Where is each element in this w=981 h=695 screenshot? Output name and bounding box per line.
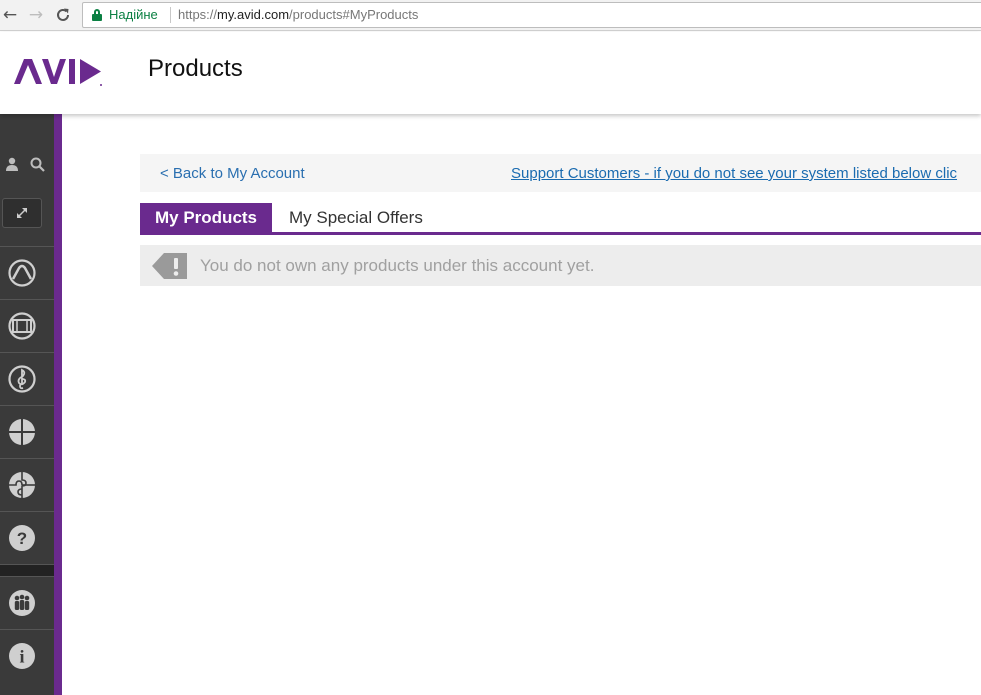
security-label: Надійне: [109, 7, 158, 22]
page-title: Products: [148, 55, 243, 82]
sidebar-item-media-composer[interactable]: [0, 299, 54, 352]
sidebar-item-info[interactable]: i: [0, 629, 54, 682]
lock-icon: [92, 9, 102, 21]
product-tabs: My Products My Special Offers: [140, 203, 981, 235]
account-links-bar: < Back to My Account Support Customers -…: [140, 154, 981, 192]
search-icon[interactable]: [30, 157, 45, 177]
forward-arrow-icon[interactable]: →: [26, 5, 46, 25]
sidebar-item-sibelius[interactable]: [0, 352, 54, 405]
svg-text:i: i: [19, 647, 24, 667]
exclamation-tag-icon: [152, 253, 187, 279]
svg-text:?: ?: [17, 529, 27, 548]
pro-tools-icon: [8, 259, 36, 287]
sidebar-item-help[interactable]: ?: [0, 511, 54, 564]
browser-toolbar: ← → Надійне https://my.avid.com/products…: [0, 0, 981, 31]
sidebar-top: [0, 114, 54, 246]
expand-button[interactable]: [2, 198, 42, 228]
reload-icon[interactable]: [53, 5, 73, 25]
community-icon: [9, 590, 35, 616]
sidebar-item-crosshair[interactable]: [0, 405, 54, 458]
expand-icon: [17, 208, 27, 218]
back-arrow-icon[interactable]: ←: [0, 5, 20, 25]
tab-my-products[interactable]: My Products: [140, 203, 273, 232]
back-to-account-link[interactable]: < Back to My Account: [160, 165, 305, 182]
address-separator: [170, 7, 171, 23]
tab-my-special-offers[interactable]: My Special Offers: [274, 203, 438, 232]
crosshair-icon: [9, 419, 35, 445]
info-icon: i: [9, 643, 35, 669]
sidebar-divider: [0, 564, 54, 576]
user-icon[interactable]: [5, 157, 19, 176]
help-icon: ?: [9, 525, 35, 551]
sidebar-item-community[interactable]: [0, 576, 54, 629]
sidebar-item-pro-tools[interactable]: [0, 246, 54, 299]
site-header: Products: [0, 32, 981, 114]
url-text[interactable]: https://my.avid.com/products#MyProducts: [178, 3, 418, 27]
sidebar-item-puzzle[interactable]: [0, 458, 54, 511]
sidebar-accent-bar: [54, 114, 62, 695]
sibelius-icon: [8, 365, 36, 393]
notice-text: You do not own any products under this a…: [200, 256, 595, 275]
puzzle-icon: [9, 472, 35, 498]
left-sidebar: ? i: [0, 114, 54, 695]
media-composer-icon: [8, 312, 36, 340]
empty-products-notice: You do not own any products under this a…: [140, 245, 981, 286]
support-customers-link[interactable]: Support Customers - if you do not see yo…: [511, 165, 957, 182]
address-bar[interactable]: Надійне https://my.avid.com/products#MyP…: [82, 2, 981, 28]
avid-logo[interactable]: [14, 58, 104, 93]
